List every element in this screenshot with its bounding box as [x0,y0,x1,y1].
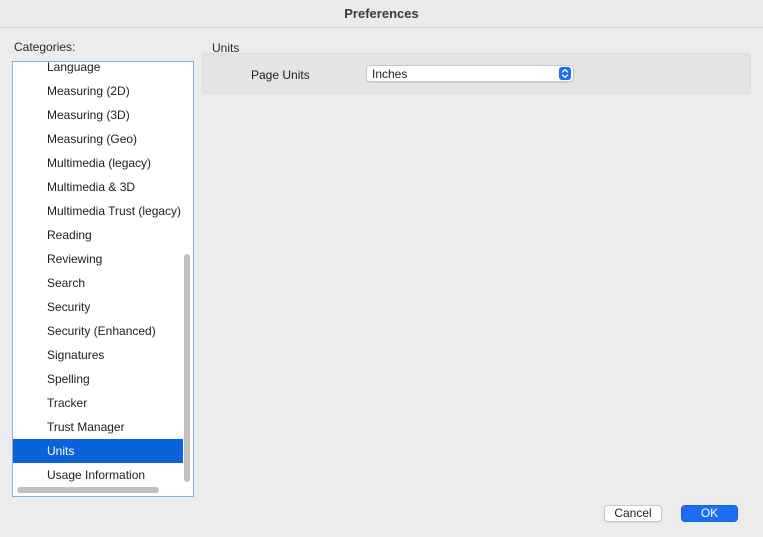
sidebar-item-usage-information[interactable]: Usage Information [13,463,183,487]
page-units-label: Page Units [251,68,310,82]
sidebar-item-multimedia-legacy[interactable]: Multimedia (legacy) [13,151,183,175]
sidebar-item-label: Reviewing [47,252,103,266]
sidebar-item-label: Measuring (2D) [47,84,130,98]
sidebar-item-measuring-3d[interactable]: Measuring (3D) [13,103,183,127]
sidebar-item-security-enhanced[interactable]: Security (Enhanced) [13,319,183,343]
sidebar-item-label: Security [47,300,91,314]
preferences-window: Preferences Categories: Language Measuri… [0,0,763,537]
sidebar-item-signatures[interactable]: Signatures [13,343,183,367]
categories-list-items: Language Measuring (2D) Measuring (3D) M… [13,61,183,487]
sidebar-item-label: Measuring (Geo) [47,132,138,146]
window-title: Preferences [344,6,419,21]
sidebar-item-security[interactable]: Security [13,295,183,319]
sidebar-item-tracker[interactable]: Tracker [13,391,183,415]
sidebar-item-label: Units [47,444,75,458]
ok-button[interactable]: OK [681,505,738,522]
sidebar-item-label: Signatures [47,348,105,362]
sidebar-item-label: Spelling [47,372,90,386]
horizontal-scroll-thumb[interactable] [17,487,159,493]
sidebar-item-units[interactable]: Units [13,439,183,463]
sidebar-item-reviewing[interactable]: Reviewing [13,247,183,271]
sidebar-item-measuring-geo[interactable]: Measuring (Geo) [13,127,183,151]
sidebar-item-label: Usage Information [47,468,146,482]
categories-list[interactable]: Language Measuring (2D) Measuring (3D) M… [12,61,194,497]
sidebar-item-reading[interactable]: Reading [13,223,183,247]
sidebar-item-spelling[interactable]: Spelling [13,367,183,391]
sidebar-item-label: Language [47,61,101,74]
sidebar-item-multimedia-trust-legacy[interactable]: Multimedia Trust (legacy) [13,199,183,223]
sidebar-item-trust-manager[interactable]: Trust Manager [13,415,183,439]
sidebar-item-label: Security (Enhanced) [47,324,156,338]
cancel-button[interactable]: Cancel [604,505,662,522]
sidebar-item-measuring-2d[interactable]: Measuring (2D) [13,79,183,103]
sidebar-item-language[interactable]: Language [13,61,183,79]
sidebar-item-label: Search [47,276,86,290]
sidebar-item-multimedia-3d[interactable]: Multimedia & 3D [13,175,183,199]
sidebar-item-search[interactable]: Search [13,271,183,295]
sidebar-item-label: Multimedia & 3D [47,180,136,194]
categories-label: Categories: [14,40,76,54]
vertical-scrollbar[interactable] [182,62,192,486]
sidebar-item-label: Multimedia Trust (legacy) [47,204,182,218]
sidebar-item-label: Trust Manager [47,420,125,434]
units-panel: Page Units Inches [202,53,751,94]
sidebar-item-label: Tracker [47,396,88,410]
page-units-select[interactable]: Inches [366,65,574,82]
page-units-value: Inches [372,67,408,81]
sidebar-item-label: Multimedia (legacy) [47,156,152,170]
sidebar-item-label: Reading [47,228,92,242]
vertical-scroll-thumb[interactable] [184,254,190,482]
chevron-up-down-icon [559,67,571,80]
sidebar-item-label: Measuring (3D) [47,108,130,122]
title-bar[interactable]: Preferences [0,0,763,28]
